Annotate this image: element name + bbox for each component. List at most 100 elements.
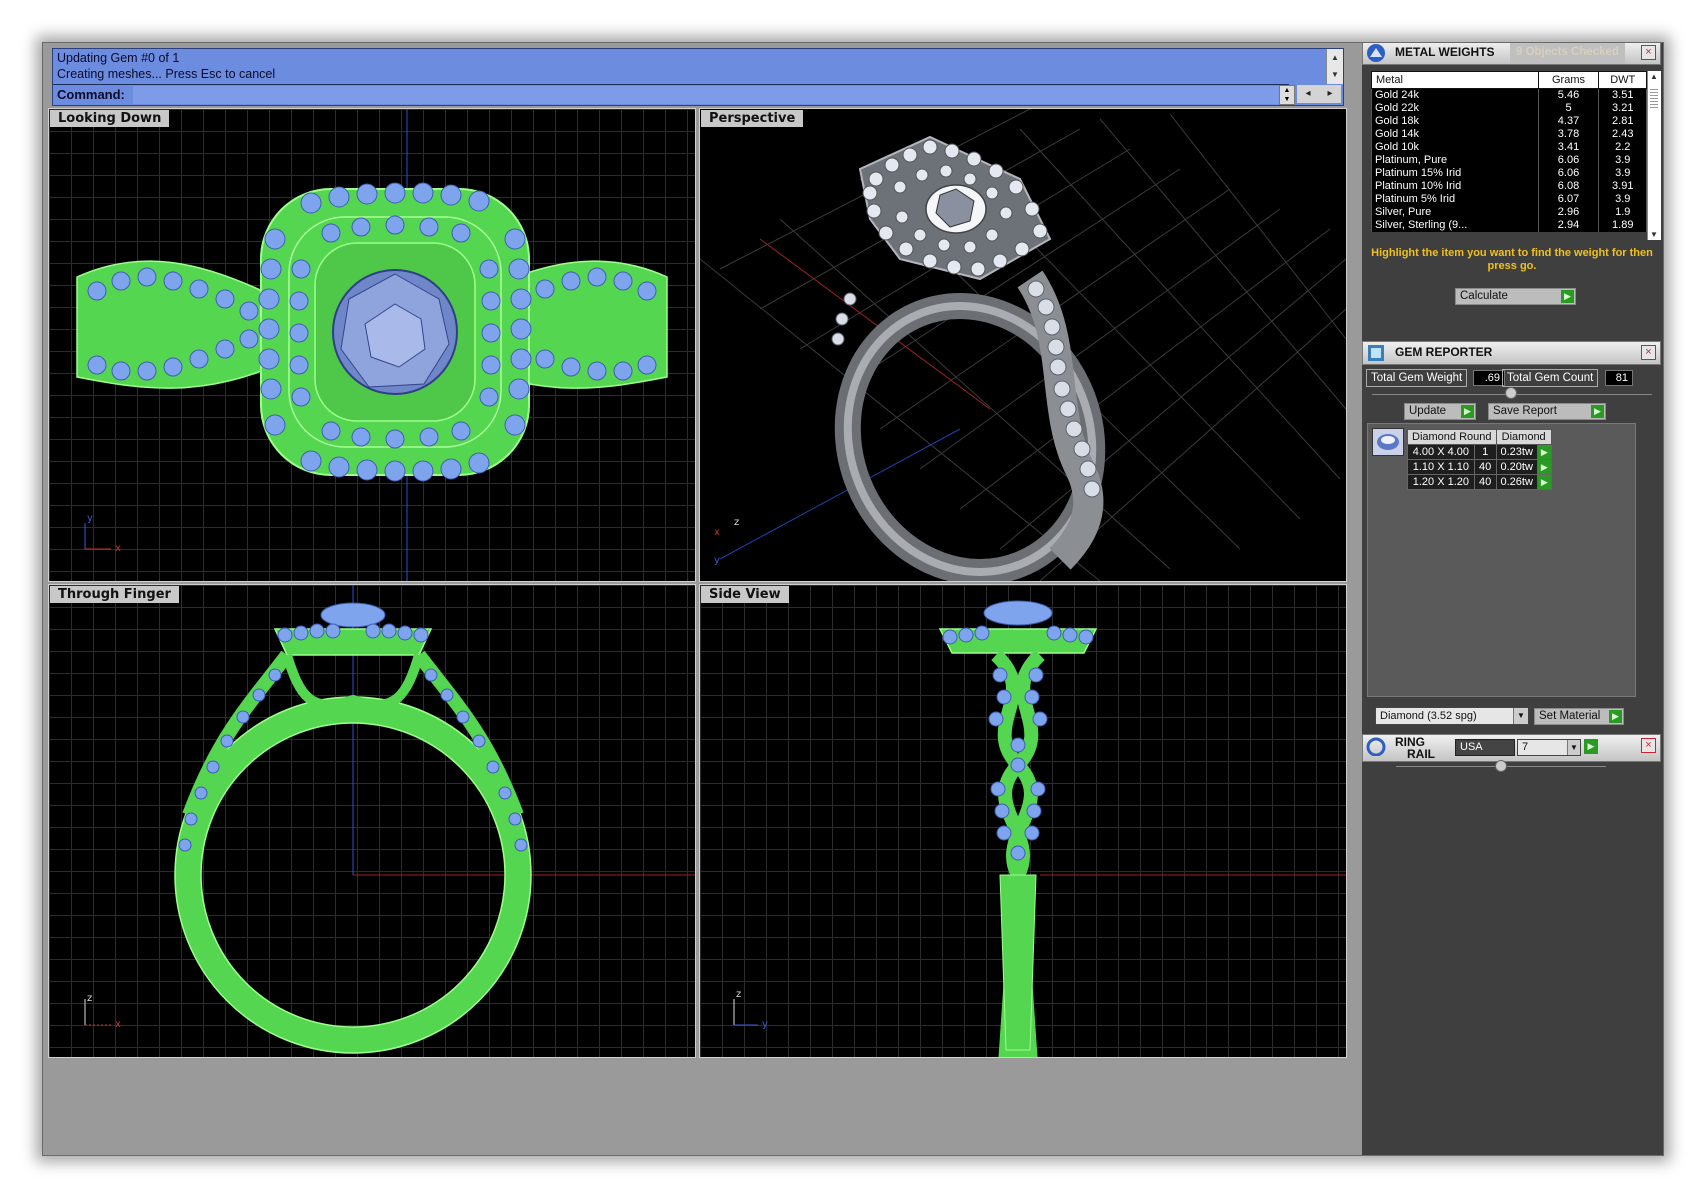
metal-weights-cell: Gold 18k <box>1371 115 1539 128</box>
viewport-through-finger[interactable]: Through Finger z x <box>48 584 696 1058</box>
metal-weights-row[interactable]: Silver, Sterling (9... 2.94 1.89 <box>1371 219 1647 232</box>
viewport-title-through-finger[interactable]: Through Finger <box>50 586 179 603</box>
command-history-line-1: Updating Gem #0 of 1 <box>57 51 180 65</box>
command-nav-right-icon[interactable]: ▸ <box>1319 85 1341 103</box>
play-icon[interactable]: ▶ <box>1461 405 1474 418</box>
update-button[interactable]: Update ▶ <box>1404 403 1476 420</box>
viewport-title-perspective[interactable]: Perspective <box>701 110 804 127</box>
play-icon[interactable]: ▶ <box>1584 739 1598 754</box>
play-icon[interactable]: ▶ <box>1536 444 1552 460</box>
gem-shape-header: Diamond Round <box>1407 429 1497 445</box>
metal-weights-cell: 4.37 <box>1537 115 1600 128</box>
slider-knob[interactable] <box>1505 387 1517 399</box>
gem-material-dropdown[interactable]: Diamond (3.52 spg) ▼ <box>1375 707 1529 725</box>
gem-reporter-header: GEM REPORTER × <box>1362 341 1661 365</box>
close-icon[interactable]: × <box>1641 45 1656 60</box>
metal-weights-row[interactable]: Gold 24k 5.46 3.51 <box>1371 88 1647 102</box>
command-nav-left-icon[interactable]: ◂ <box>1297 85 1319 103</box>
gem-report-icon <box>1368 345 1384 361</box>
metal-weights-cell: 3.78 <box>1537 128 1600 141</box>
metal-weights-cell: Gold 14k <box>1371 128 1539 141</box>
metal-weights-cell: 3.9 <box>1598 154 1647 167</box>
total-gem-count-value: 81 <box>1605 370 1633 386</box>
metal-weights-cell: Gold 22k <box>1371 102 1539 115</box>
play-icon[interactable]: ▶ <box>1536 474 1552 490</box>
side-axis-z: z <box>736 989 741 1000</box>
command-spinner[interactable]: ▲ ▼ <box>1279 85 1295 105</box>
metal-weights-row[interactable]: Gold 10k 3.41 2.2 <box>1371 141 1647 154</box>
metal-weights-cell: 3.41 <box>1537 141 1600 154</box>
close-icon[interactable]: × <box>1641 738 1656 753</box>
metal-weights-cell: 2.43 <box>1598 128 1647 141</box>
diamond-round-icon <box>1372 428 1404 456</box>
gem-report-row[interactable]: 1.10 X 1.10 40 0.20tw ▶ <box>1407 459 1552 475</box>
metal-weights-cell: 2.96 <box>1537 206 1600 219</box>
metal-weights-scrollbar[interactable]: ▲ ▼ <box>1647 71 1661 240</box>
metal-weights-row[interactable]: Gold 18k 4.37 2.81 <box>1371 115 1647 128</box>
gem-report-row[interactable]: 4.00 X 4.00 1 0.23tw ▶ <box>1407 444 1552 460</box>
save-report-label: Save Report <box>1493 405 1557 417</box>
gem-material-header: Diamond <box>1495 429 1552 445</box>
close-icon[interactable]: × <box>1641 345 1656 360</box>
metal-weights-cell: 2.81 <box>1598 115 1647 128</box>
front-axis-z: z <box>87 993 92 1004</box>
viewport-title-side-view[interactable]: Side View <box>701 586 789 603</box>
ring-top-wireframe: y x <box>76 109 668 581</box>
metal-weights-cell: 5.46 <box>1537 88 1600 102</box>
play-icon[interactable]: ▶ <box>1591 405 1604 418</box>
metal-weights-cell: Platinum 5% Irid <box>1371 193 1539 206</box>
front-axis-x: x <box>115 1019 121 1030</box>
command-label: Command: <box>57 87 125 102</box>
metal-weights-column-header[interactable]: DWT <box>1598 71 1647 89</box>
viewport-title-looking-down[interactable]: Looking Down <box>50 110 170 127</box>
command-input[interactable] <box>133 86 1287 104</box>
metal-weights-row[interactable]: Silver, Pure 2.96 1.9 <box>1371 206 1647 219</box>
metal-weights-row[interactable]: Platinum, Pure 6.06 3.9 <box>1371 154 1647 167</box>
gem-material-selected: Diamond (3.52 spg) <box>1380 710 1477 722</box>
gem-report-cell: 0.20tw <box>1495 459 1538 475</box>
play-icon[interactable]: ▶ <box>1609 710 1622 723</box>
metal-weights-cell: Platinum 10% Irid <box>1371 180 1539 193</box>
metal-weights-row[interactable]: Gold 22k 5 3.21 <box>1371 102 1647 115</box>
play-icon[interactable]: ▶ <box>1561 290 1574 303</box>
metal-weights-column-header[interactable]: Metal <box>1371 71 1539 89</box>
ring-icon <box>1366 737 1386 756</box>
persp-axis-y: y <box>714 555 720 566</box>
ring-size-value: 7 <box>1522 741 1529 753</box>
axis-label-y: y <box>87 513 93 524</box>
metal-weights-column-header[interactable]: Grams <box>1537 71 1600 89</box>
slider-knob[interactable] <box>1495 760 1507 772</box>
viewport-perspective[interactable]: Perspective x z y <box>699 108 1347 582</box>
set-material-label: Set Material <box>1539 710 1601 722</box>
gem-reporter-title: GEM REPORTER <box>1395 345 1493 359</box>
side-axis-y: y <box>762 1019 768 1030</box>
gem-report-cell: 1.20 X 1.20 <box>1407 474 1475 490</box>
metal-weights-cell: 6.07 <box>1537 193 1600 206</box>
metal-weights-row[interactable]: Platinum 5% Irid 6.07 3.9 <box>1371 193 1647 206</box>
scale-icon <box>1367 44 1385 62</box>
metal-weights-cell: 6.08 <box>1537 180 1600 193</box>
ring-size-select[interactable]: 7 ▼ <box>1517 739 1581 756</box>
viewport-looking-down[interactable]: Looking Down y x <box>48 108 696 582</box>
ring-size-country-select[interactable]: USA <box>1455 739 1515 756</box>
update-label: Update <box>1409 405 1447 417</box>
total-gem-weight-value: .69 <box>1473 370 1505 386</box>
ring-side-wireframe: z y <box>733 600 1346 1057</box>
gem-report-row[interactable]: 1.20 X 1.20 40 0.26tw ▶ <box>1407 474 1552 490</box>
chevron-down-icon[interactable]: ▼ <box>1567 740 1580 755</box>
metal-weights-cell: 2.2 <box>1598 141 1647 154</box>
save-report-button[interactable]: Save Report ▶ <box>1488 403 1606 420</box>
set-material-button[interactable]: Set Material ▶ <box>1534 708 1624 725</box>
gem-report-cell: 0.26tw <box>1495 474 1538 490</box>
total-gem-count-label: Total Gem Count 81 <box>1502 369 1633 387</box>
metal-weights-cell: 6.06 <box>1537 167 1600 180</box>
metal-weights-row[interactable]: Gold 14k 3.78 2.43 <box>1371 128 1647 141</box>
play-icon[interactable]: ▶ <box>1536 459 1552 475</box>
chevron-down-icon[interactable]: ▼ <box>1513 708 1528 724</box>
metal-weights-row[interactable]: Platinum 10% Irid 6.08 3.91 <box>1371 180 1647 193</box>
calculate-label: Calculate <box>1460 290 1508 302</box>
viewport-side-view[interactable]: Side View z y <box>699 584 1347 1058</box>
command-history-scrollbar[interactable]: ▲ ▼ <box>1326 49 1343 84</box>
calculate-button[interactable]: Calculate ▶ <box>1455 288 1576 305</box>
metal-weights-row[interactable]: Platinum 15% Irid 6.06 3.9 <box>1371 167 1647 180</box>
